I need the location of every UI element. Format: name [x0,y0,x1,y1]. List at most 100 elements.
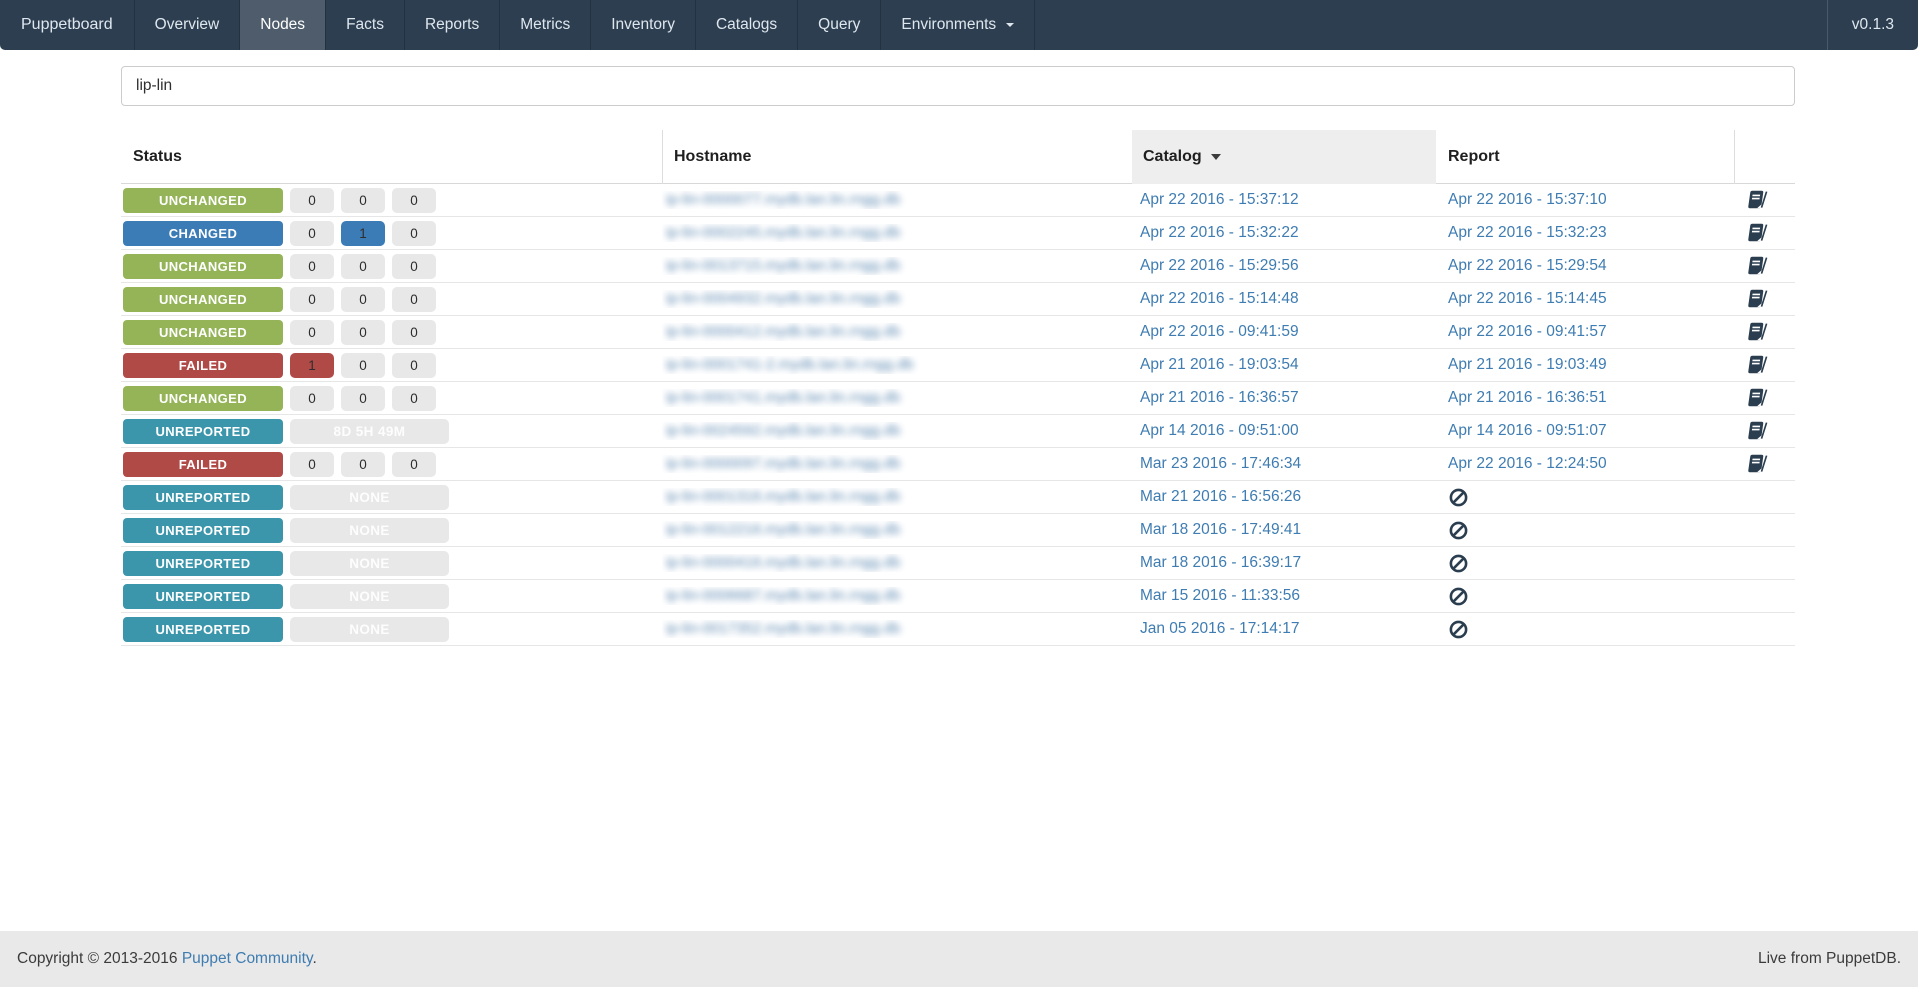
hostname-link[interactable]: ip-lin-0002245.mydb.lan.lin.rngg.db [666,224,900,241]
catalog-link[interactable]: Mar 21 2016 - 16:56:26 [1140,488,1301,505]
hostname-link[interactable]: ip-lin-0001741-2.mydb.lan.lin.rngg.db [666,356,914,373]
status-cell: UNREPORTED NONE [121,484,662,510]
catalog-link[interactable]: Apr 22 2016 - 15:32:22 [1140,224,1299,241]
count-badges: NONE [290,616,449,642]
count-badge: 0 [290,253,334,279]
nav-item-metrics[interactable]: Metrics [499,0,590,50]
book-icon[interactable] [1746,453,1768,475]
report-cell: Apr 21 2016 - 19:03:49 [1436,356,1734,374]
hostname-cell: ip-lin-0001741-2.mydb.lan.lin.rngg.db [662,356,1132,374]
hostname-link[interactable]: ip-lin-0000412.mydb.lan.lin.rngg.db [666,323,900,340]
report-link[interactable]: Apr 14 2016 - 09:51:07 [1448,422,1607,440]
catalog-link[interactable]: Mar 18 2016 - 17:49:41 [1140,521,1301,538]
status-cell: UNREPORTED NONE [121,550,662,576]
report-link[interactable]: Apr 21 2016 - 16:36:51 [1448,389,1607,407]
column-header-hostname[interactable]: Hostname [662,130,1132,184]
column-header-status[interactable]: Status [121,130,662,184]
hostname-link[interactable]: ip-lin-0001316.mydb.lan.lin.rngg.db [666,488,900,505]
sort-descending-icon [1210,154,1221,160]
nav-item-facts[interactable]: Facts [325,0,404,50]
hostname-link[interactable]: ip-lin-0024592.mydb.lan.lin.rngg.db [666,422,900,439]
hostname-link[interactable]: ip-lin-0000077.mydb.lan.lin.rngg.db [666,191,900,208]
count-badges: NONE [290,484,449,510]
column-header-catalog[interactable]: Catalog [1132,130,1436,184]
book-icon[interactable] [1746,222,1768,244]
catalog-link[interactable]: Apr 14 2016 - 09:51:00 [1140,422,1299,439]
report-link[interactable]: Apr 22 2016 - 15:37:10 [1448,191,1607,209]
catalog-link[interactable]: Mar 23 2016 - 17:46:34 [1140,455,1301,472]
node-search-input[interactable] [121,66,1795,106]
nav-item-nodes[interactable]: Nodes [239,0,326,50]
hostname-link[interactable]: ip-lin-0001741.mydb.lan.lin.rngg.db [666,389,900,406]
report-cell: Apr 22 2016 - 15:32:23 [1436,224,1734,242]
catalog-cell: Apr 22 2016 - 09:41:59 [1132,323,1436,341]
ban-icon [1448,553,1469,574]
report-link[interactable]: Apr 21 2016 - 19:03:49 [1448,356,1607,374]
catalog-link[interactable]: Jan 05 2016 - 17:14:17 [1140,620,1299,637]
hostname-cell: ip-lin-0000412.mydb.lan.lin.rngg.db [662,323,1132,341]
status-badge: UNREPORTED [123,550,283,576]
report-cell: Apr 22 2016 - 15:29:54 [1436,257,1734,275]
nav-item-overview[interactable]: Overview [133,0,240,50]
hostname-link[interactable]: ip-lin-0004932.mydb.lan.lin.rngg.db [666,290,900,307]
catalog-link[interactable]: Apr 21 2016 - 16:36:57 [1140,389,1299,406]
report-link[interactable]: Apr 22 2016 - 15:32:23 [1448,224,1607,242]
catalog-link[interactable]: Apr 22 2016 - 15:37:12 [1140,191,1299,208]
nav-item-reports[interactable]: Reports [403,0,499,50]
status-cell: UNREPORTED 8D 5H 49M [121,418,662,444]
hostname-link[interactable]: ip-lin-0017352.mydb.lan.lin.rngg.db [666,620,900,637]
nav-item-catalogs[interactable]: Catalogs [694,0,797,50]
book-icon[interactable] [1746,288,1768,310]
catalog-link[interactable]: Mar 18 2016 - 16:39:17 [1140,554,1301,571]
brand-puppetboard[interactable]: Puppetboard [0,0,134,50]
book-icon[interactable] [1746,255,1768,277]
report-cell [1436,520,1734,541]
book-icon[interactable] [1746,354,1768,376]
report-link[interactable]: Apr 22 2016 - 09:41:57 [1448,323,1607,341]
report-link[interactable]: Apr 22 2016 - 15:29:54 [1448,257,1607,275]
book-icon[interactable] [1746,321,1768,343]
nav-item-query[interactable]: Query [797,0,880,50]
hostname-link[interactable]: ip-lin-0000097.mydb.lan.lin.rngg.db [666,455,900,472]
catalog-link[interactable]: Apr 21 2016 - 19:03:54 [1140,356,1299,373]
catalog-cell: Apr 21 2016 - 16:36:57 [1132,389,1436,407]
count-badge: 0 [341,319,385,345]
report-cell [1436,553,1734,574]
status-cell: FAILED 100 [121,352,662,378]
column-header-report[interactable]: Report [1436,130,1734,184]
catalog-link[interactable]: Apr 22 2016 - 15:14:48 [1140,290,1299,307]
catalog-cell: Apr 21 2016 - 19:03:54 [1132,356,1436,374]
count-badge: 0 [290,187,334,213]
table-row: UNREPORTED NONE ip-lin-0012216.mydb.lan.… [121,514,1795,547]
hostname-link[interactable]: ip-lin-0000416.mydb.lan.lin.rngg.db [666,554,900,571]
live-from-puppetdb-text: Live from PuppetDB. [1757,950,1901,967]
puppet-community-link[interactable]: Puppet Community [182,950,313,967]
catalog-link[interactable]: Apr 22 2016 - 09:41:59 [1140,323,1299,340]
report-link[interactable]: Apr 22 2016 - 15:14:45 [1448,290,1607,308]
book-icon[interactable] [1746,387,1768,409]
count-badge: 1 [290,352,334,378]
ban-icon [1448,487,1469,508]
catalog-link[interactable]: Apr 22 2016 - 15:29:56 [1140,257,1299,274]
report-cell [1436,586,1734,607]
table-row: UNCHANGED 000 ip-lin-0000412.mydb.lan.li… [121,316,1795,349]
catalog-link[interactable]: Mar 15 2016 - 11:33:56 [1140,587,1300,604]
hostname-link[interactable]: ip-lin-0013715.mydb.lan.lin.rngg.db [666,257,900,274]
count-badges: 000 [290,253,436,279]
book-icon[interactable] [1746,189,1768,211]
book-icon[interactable] [1746,420,1768,442]
catalog-cell: Mar 18 2016 - 17:49:41 [1132,521,1436,539]
hostname-link[interactable]: ip-lin-0006687.mydb.lan.lin.rngg.db [666,587,900,604]
table-row: UNREPORTED NONE ip-lin-0000416.mydb.lan.… [121,547,1795,580]
status-cell: UNREPORTED NONE [121,583,662,609]
nav-item-inventory[interactable]: Inventory [590,0,695,50]
hostname-link[interactable]: ip-lin-0012216.mydb.lan.lin.rngg.db [666,521,900,538]
report-link[interactable]: Apr 22 2016 - 12:24:50 [1448,455,1607,473]
table-header: Status Hostname Catalog Report [121,130,1795,184]
hostname-cell: ip-lin-0012216.mydb.lan.lin.rngg.db [662,521,1132,539]
report-cell [1436,619,1734,640]
copyright-suffix: . [312,950,317,967]
nav-environments-dropdown[interactable]: Environments [880,0,1036,50]
count-badge: 0 [392,187,436,213]
environments-label: Environments [901,16,997,33]
